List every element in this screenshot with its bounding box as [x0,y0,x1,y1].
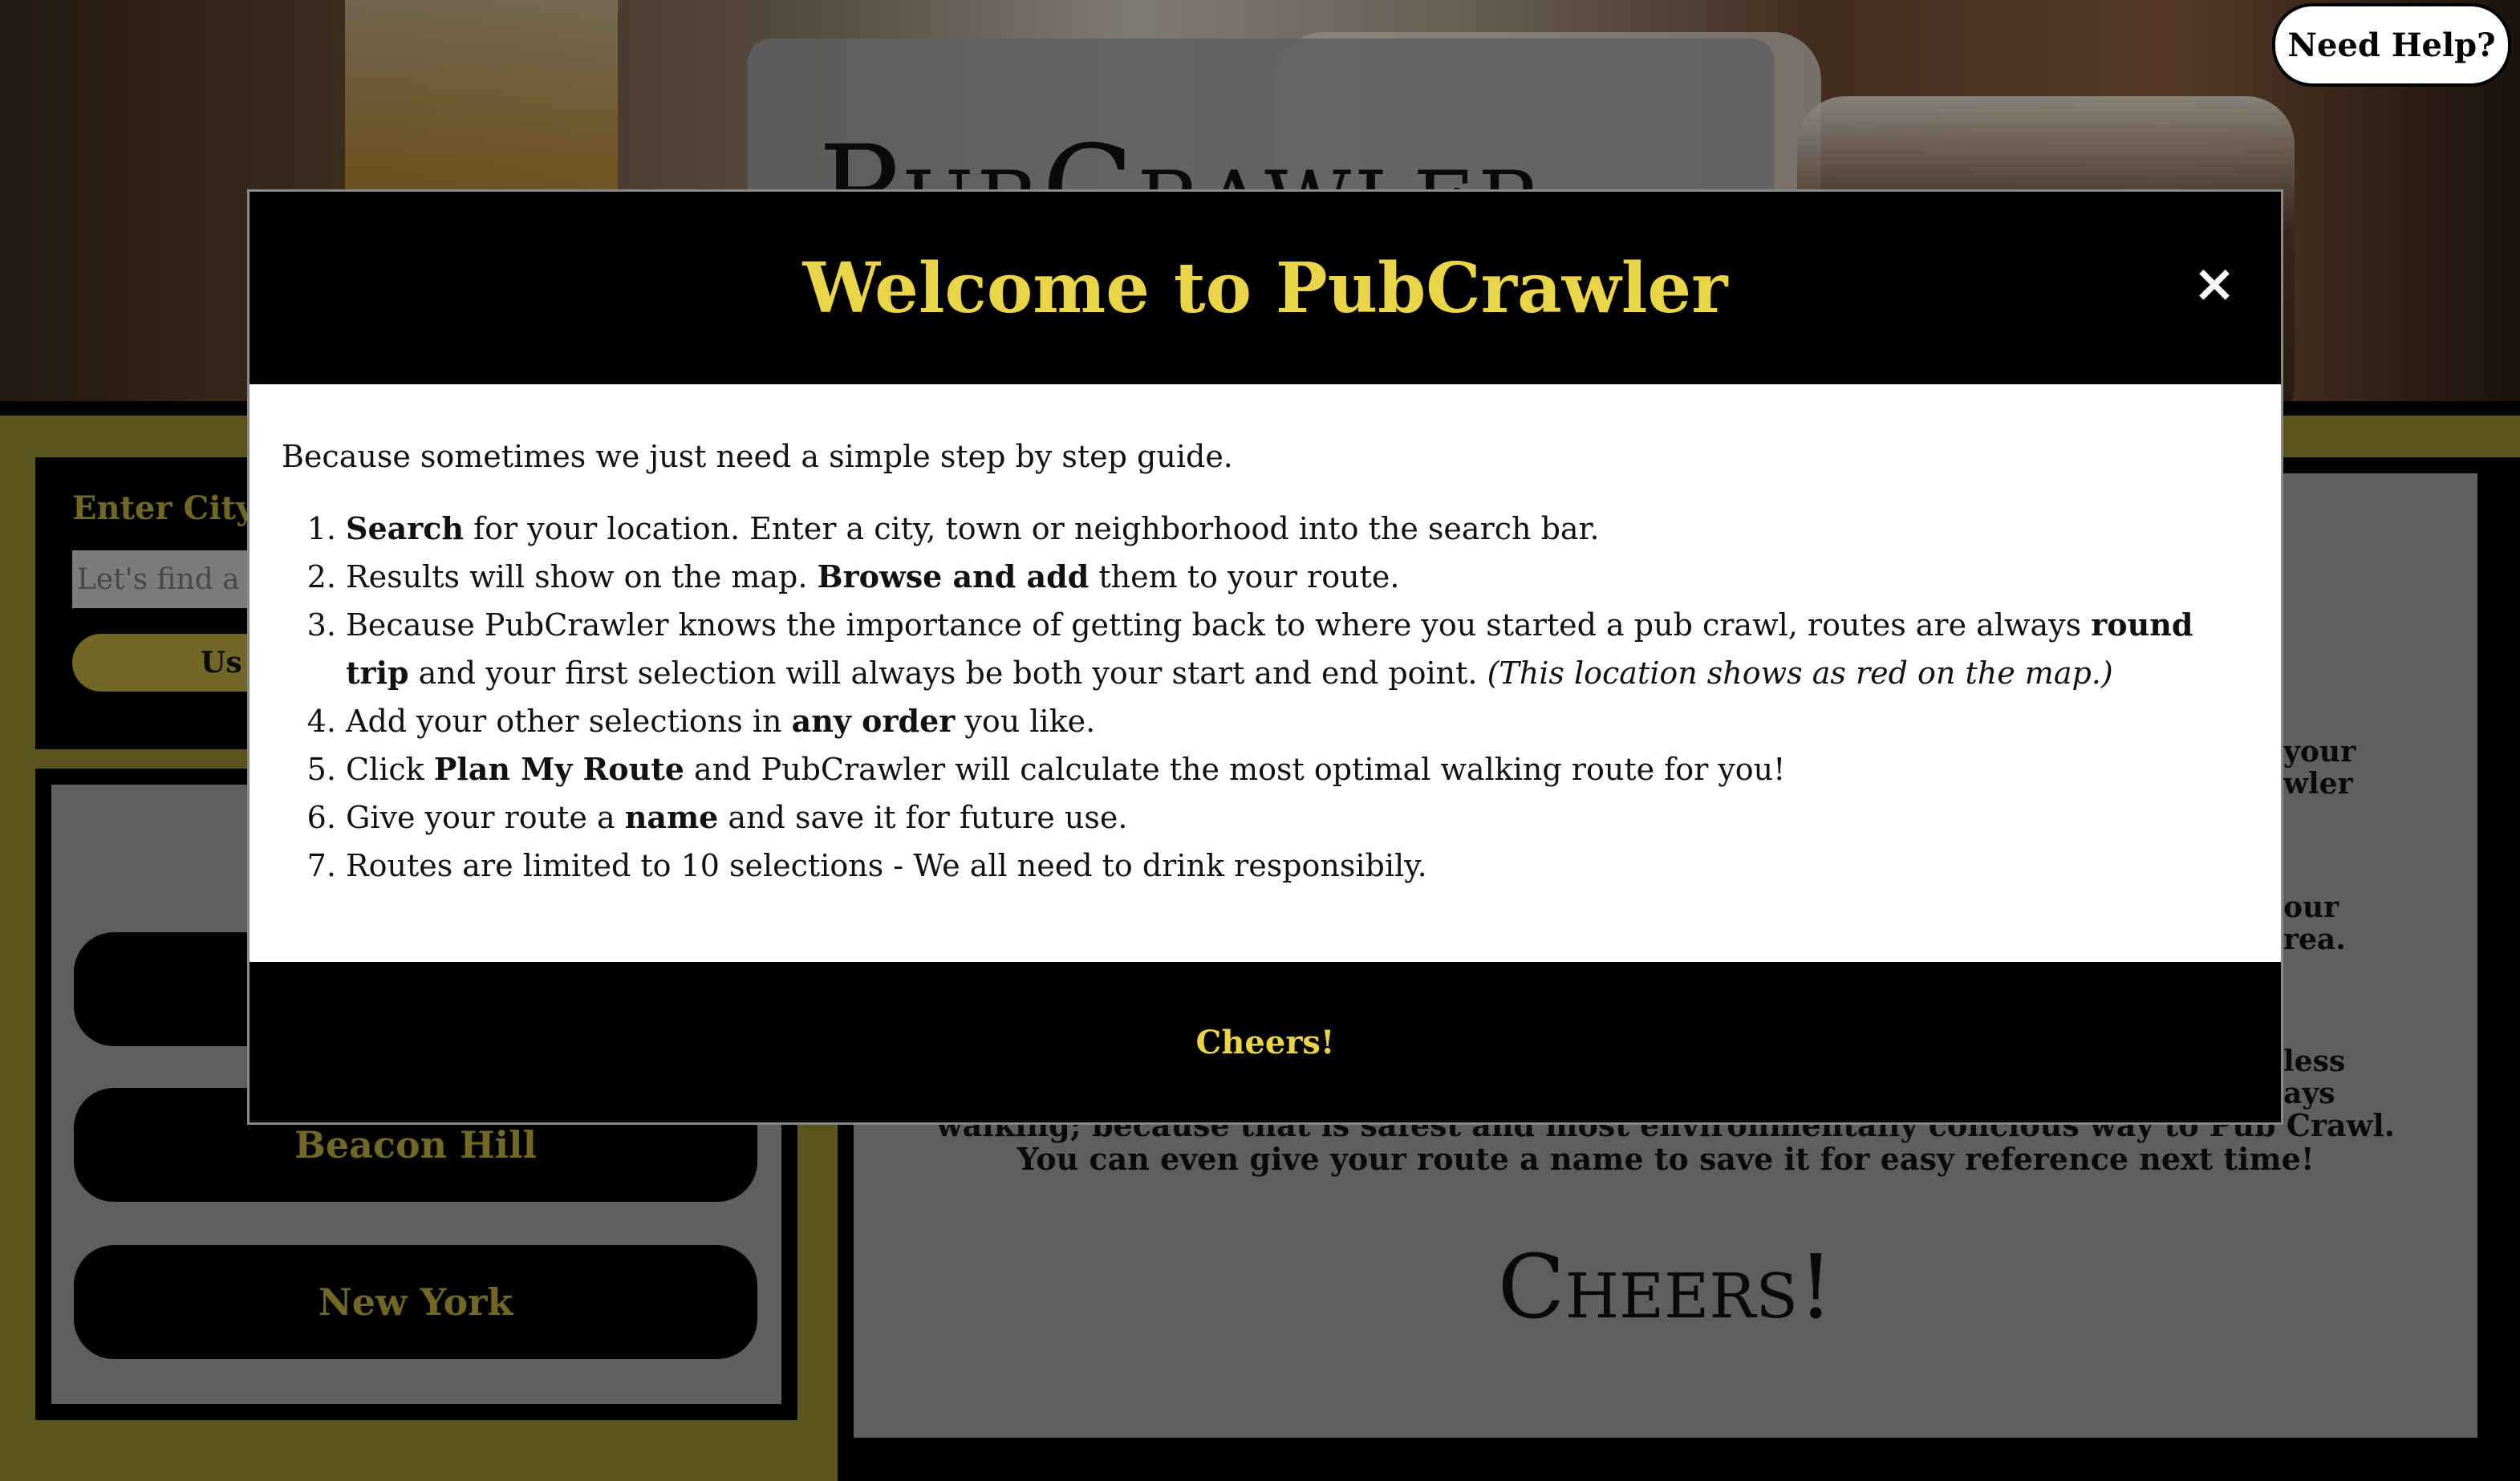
step-item: Because PubCrawler knows the importance … [346,601,2239,697]
step-bold: name [624,799,719,835]
step-item: Search for your location. Enter a city, … [346,505,2239,553]
modal-intro: Because sometimes we just need a simple … [282,439,1233,474]
step-text: and your first selection will always be … [408,655,1487,691]
step-text: them to your route. [1089,559,1400,594]
welcome-modal: Welcome to PubCrawler × Because sometime… [247,189,2283,1125]
step-bold: Browse and add [817,558,1090,594]
close-icon[interactable]: × [2186,254,2242,314]
step-bold: Search [346,510,465,546]
step-item: Routes are limited to 10 selections - We… [346,842,2239,890]
need-help-button[interactable]: Need Help? [2272,3,2511,87]
modal-footer: Cheers! [250,962,2281,1122]
step-bold: Plan My Route [433,751,684,787]
step-text: Give your route a [346,800,625,835]
step-item: Add your other selections in any order y… [346,697,2239,745]
step-italic: (This location shows as red on the map.) [1487,655,2113,691]
step-text: you like. [955,704,1096,739]
step-text: and PubCrawler will calculate the most o… [684,752,1786,787]
step-item: Click Plan My Route and PubCrawler will … [346,745,2239,793]
step-text: Add your other selections in [346,704,792,739]
step-item: Give your route a name and save it for f… [346,793,2239,842]
step-text: Because PubCrawler knows the importance … [346,607,2092,643]
step-text: Click [346,752,434,787]
cheers-button[interactable]: Cheers! [1196,1024,1335,1061]
step-item: Results will show on the map. Browse and… [346,553,2239,601]
step-bold: any order [791,703,956,739]
step-text: and save it for future use. [718,800,1128,835]
steps-list: Search for your location. Enter a city, … [282,505,2239,890]
modal-header: Welcome to PubCrawler × [250,192,2281,384]
step-text: Routes are limited to 10 selections - We… [346,848,1427,883]
modal-title: Welcome to PubCrawler [802,247,1728,329]
step-text: Results will show on the map. [346,559,818,594]
step-text: for your location. Enter a city, town or… [464,511,1600,546]
modal-body: Because sometimes we just need a simple … [282,432,2239,890]
